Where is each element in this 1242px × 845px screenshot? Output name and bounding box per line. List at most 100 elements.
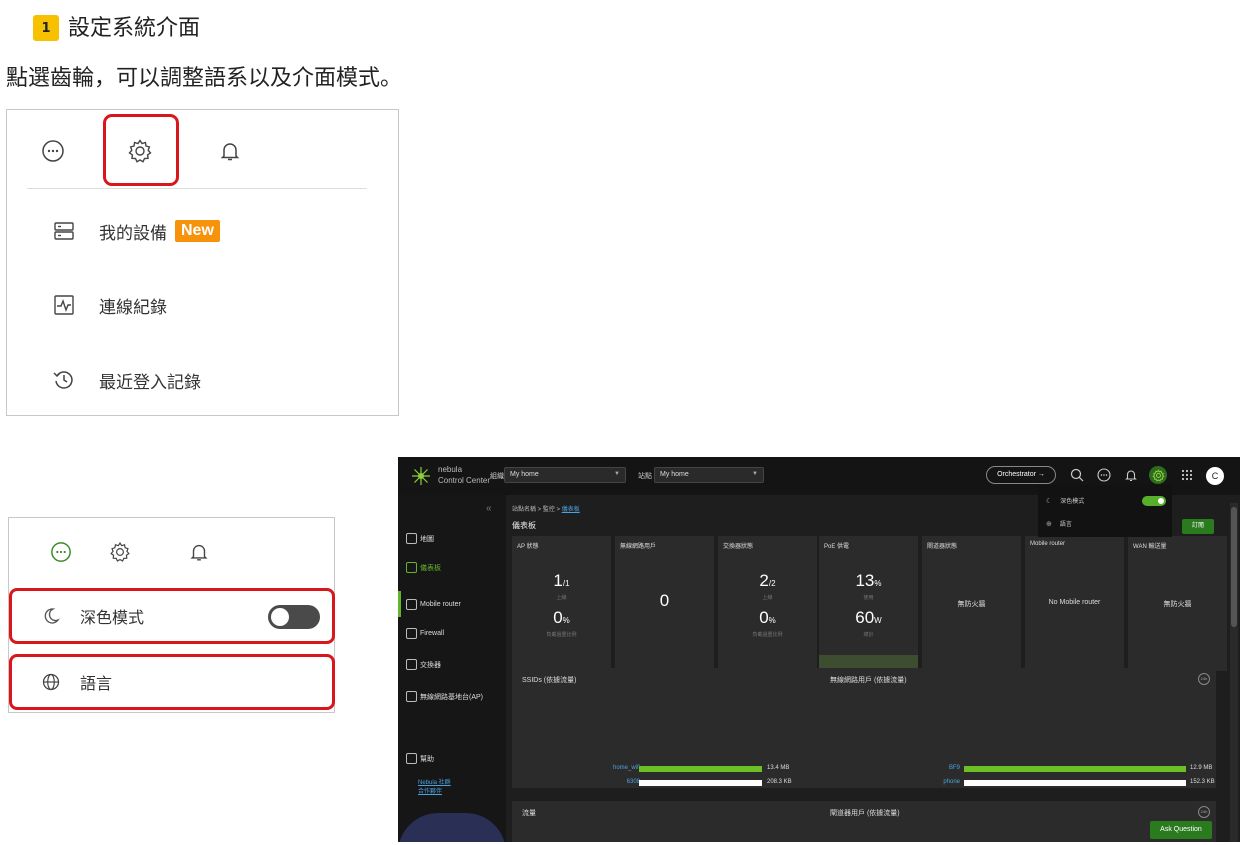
settings-menu-panel: 我的設備 New 連線紀錄 最近登入記錄	[6, 109, 399, 416]
bell-icon[interactable]	[1122, 466, 1140, 484]
dropdown-language-row[interactable]: ⊕ 語言	[1046, 519, 1072, 529]
time-range-icon[interactable]: 24h	[1198, 673, 1210, 685]
language-row[interactable]: 語言	[9, 654, 335, 710]
globe-icon	[40, 671, 62, 693]
ssid-value: 13.4 MB	[767, 765, 790, 771]
card-ap-status[interactable]: AP 狀態 1/1 上線 0% 負載過重比例	[512, 536, 611, 671]
step-number-badge: 1	[33, 15, 59, 41]
settings-dropdown: ☾ 深色模式 ⊕ 語言	[1038, 485, 1172, 537]
org-select[interactable]: My home ▼	[504, 467, 626, 483]
step-title: 設定系統介面	[68, 16, 201, 41]
activity-icon	[51, 292, 77, 318]
sidebar-item-map[interactable]: 地圖	[406, 533, 434, 544]
client-bar	[964, 766, 1186, 772]
dark-mode-label: 深色模式	[80, 608, 145, 627]
site-select[interactable]: My home ▼	[654, 467, 764, 483]
dark-mode-toggle[interactable]	[1142, 496, 1166, 506]
new-badge: New	[175, 220, 220, 242]
gear-icon[interactable]	[108, 540, 132, 564]
toggle-knob	[1158, 498, 1164, 504]
sidebar-item-help[interactable]: 幫助	[406, 753, 434, 764]
bell-icon[interactable]	[187, 540, 211, 564]
orchestrator-button[interactable]: Orchestrator →	[986, 466, 1056, 484]
card-wireless-clients[interactable]: 無線網路用戶 0	[615, 536, 714, 671]
menu-item-connection-log[interactable]: 連線紀錄	[51, 290, 167, 320]
devices-icon	[51, 218, 77, 244]
active-indicator	[398, 591, 401, 617]
history-icon	[51, 367, 77, 393]
card-switch-status[interactable]: 交換器狀態 2/2 上線 0% 負載過重比例	[718, 536, 817, 671]
gear-icon[interactable]	[127, 138, 153, 164]
avatar[interactable]: C	[1206, 467, 1224, 485]
card-mobile-router[interactable]: Mobile router No Mobile router	[1025, 536, 1124, 671]
client-name[interactable]: BF9	[880, 765, 960, 771]
sidebar-item-dashboard[interactable]: 儀表板	[406, 562, 441, 573]
site-label: 站點	[638, 473, 652, 480]
card-gateway-status[interactable]: 閘道器狀態 無防火牆	[922, 536, 1021, 671]
moon-icon	[40, 605, 62, 627]
client-name[interactable]: phone	[880, 779, 960, 785]
scrollbar[interactable]	[1230, 503, 1238, 842]
map-icon	[406, 533, 417, 544]
time-range-icon[interactable]: 24h	[1198, 806, 1210, 818]
ssid-value: 208.3 KB	[767, 779, 792, 785]
menu-item-label: 我的設備	[99, 223, 167, 244]
menu-item-label: 最近登入記錄	[99, 372, 201, 393]
card-wan-throughput[interactable]: WAN 輸送量 無防火牆	[1128, 536, 1227, 671]
ssid-bar	[639, 780, 762, 786]
subscribe-button[interactable]: 訂閱	[1182, 519, 1214, 534]
moon-icon: ☾	[1046, 497, 1053, 505]
chevron-down-icon: ▼	[614, 471, 620, 477]
mobile-router-icon	[406, 599, 417, 610]
apps-grid-icon[interactable]	[1178, 466, 1196, 484]
menu-item-login-history[interactable]: 最近登入記錄	[51, 365, 201, 395]
ask-question-button[interactable]: Ask Question	[1150, 821, 1212, 839]
menu-item-label: 連線紀錄	[99, 297, 167, 318]
more-icon[interactable]	[1095, 466, 1113, 484]
menu-item-my-devices[interactable]: 我的設備 New	[51, 216, 220, 246]
client-value: 152.3 KB	[1190, 779, 1215, 785]
gear-icon[interactable]	[1149, 466, 1167, 484]
client-value: 12.9 MB	[1190, 765, 1213, 771]
client-bar	[964, 780, 1186, 786]
dashboard-screenshot: nebula Control Center 組織 My home ▼ 站點 My …	[398, 457, 1240, 842]
globe-icon: ⊕	[1046, 520, 1052, 528]
step-description: 點選齒輪，可以調整語系以及介面模式。	[6, 66, 403, 91]
sidebar: « 地圖 儀表板 Mobile router Firewall 交換器 無線網路…	[398, 495, 506, 842]
brand-name: nebula Control Center	[438, 465, 491, 485]
dashboard-icon	[406, 562, 417, 573]
toggle-knob	[271, 608, 289, 626]
search-icon[interactable]	[1068, 466, 1086, 484]
ap-icon	[406, 691, 417, 702]
collapse-icon[interactable]: «	[486, 503, 492, 514]
breadcrumb: 站點名稱 > 監控 > 儀表板	[512, 507, 580, 513]
help-icon	[406, 753, 417, 764]
dark-mode-toggle[interactable]	[268, 605, 320, 629]
mode-language-panel: 深色模式 語言	[8, 517, 335, 713]
firewall-icon	[406, 628, 417, 639]
dark-mode-row[interactable]: 深色模式	[9, 588, 335, 644]
page-title: 儀表板	[512, 521, 536, 530]
sidebar-item-firewall[interactable]: Firewall	[406, 628, 444, 639]
partner-link[interactable]: 合作夥伴	[418, 786, 442, 795]
bell-icon[interactable]	[217, 138, 243, 164]
language-label: 語言	[80, 674, 113, 693]
wireless-clients-traffic-panel: 無線網路用戶 (依據流量) 24h BF9 12.9 MB phone 152.…	[820, 668, 1216, 788]
more-icon[interactable]	[40, 138, 66, 164]
menu-divider	[27, 188, 367, 189]
chevron-down-icon: ▼	[752, 471, 758, 477]
org-label: 組織	[490, 473, 504, 480]
sidebar-item-switch[interactable]: 交換器	[406, 659, 441, 670]
community-link[interactable]: Nebula 社群	[418, 777, 451, 786]
card-poe[interactable]: PoE 供電 13% 使用 60W 總計	[819, 536, 918, 671]
dropdown-dark-mode-row[interactable]: ☾ 深色模式	[1046, 496, 1084, 506]
switch-icon	[406, 659, 417, 670]
scrollbar-thumb[interactable]	[1231, 507, 1237, 627]
ssid-name[interactable]: 6308	[560, 779, 640, 785]
decorative-cloud	[398, 813, 506, 842]
sidebar-item-ap[interactable]: 無線網路基地台(AP)	[406, 691, 483, 702]
more-icon[interactable]	[49, 540, 73, 564]
ssid-name[interactable]: home_wifi	[560, 765, 640, 771]
sidebar-item-mobile-router[interactable]: Mobile router	[406, 599, 461, 610]
breadcrumb-link[interactable]: 儀表板	[562, 507, 580, 513]
